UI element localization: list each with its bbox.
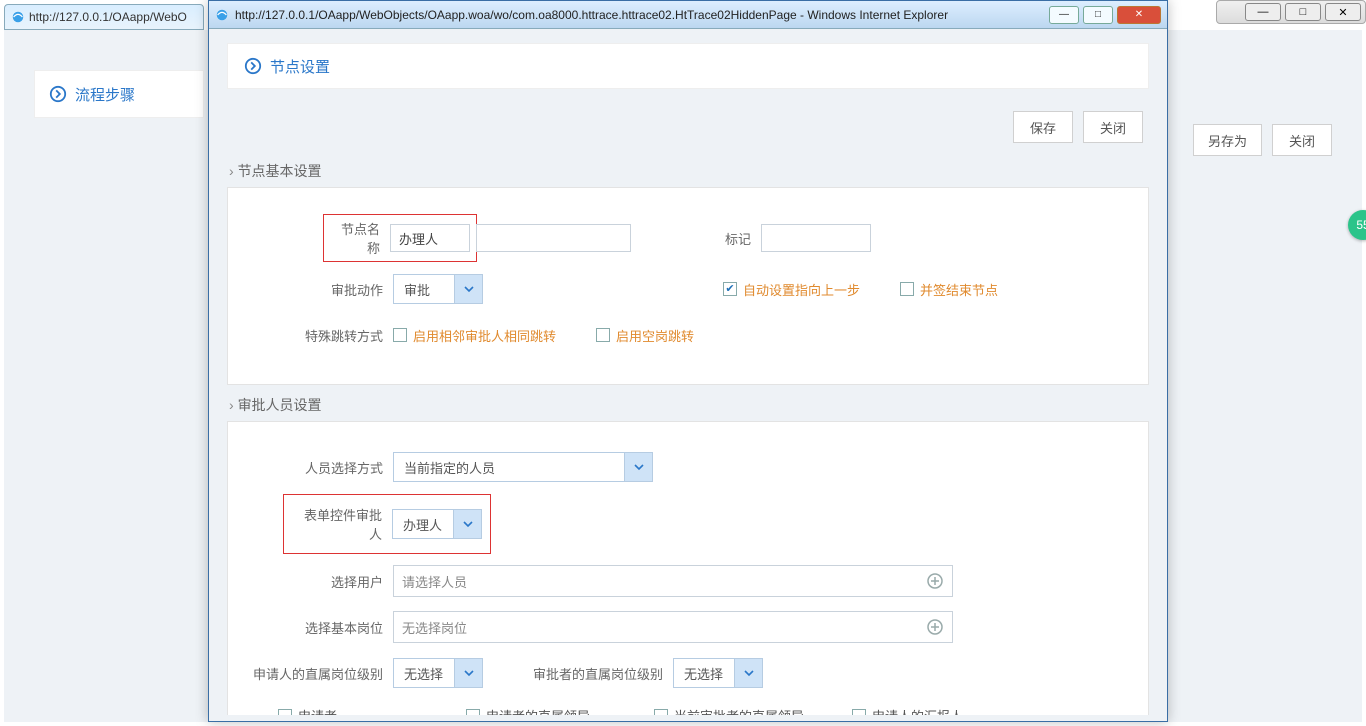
form-ctrl-label: 表单控件审批人 bbox=[292, 505, 392, 543]
chevron-down-icon bbox=[454, 275, 482, 303]
row-post-levels: 申请人的直属岗位级别 无选择 审批者的直属岗位级别 无选择 bbox=[248, 654, 1128, 692]
section-approver-card: 人员选择方式 当前指定的人员 表单控件审批人 办理人 bbox=[227, 421, 1149, 715]
approve-action-value: 审批 bbox=[394, 280, 454, 299]
background-panel-header: 流程步骤 bbox=[34, 70, 204, 118]
approve-action-combo[interactable]: 审批 bbox=[393, 274, 483, 304]
select-user-placeholder: 请选择人员 bbox=[402, 572, 467, 591]
plus-circle-icon bbox=[926, 572, 944, 590]
bg-close-page-button[interactable]: 关闭 bbox=[1272, 124, 1332, 156]
select-mode-combo[interactable]: 当前指定的人员 bbox=[393, 452, 653, 482]
cb-applicant-reporter[interactable] bbox=[852, 709, 866, 716]
special-jump-label: 特殊跳转方式 bbox=[248, 326, 393, 345]
bg-maximize-button[interactable]: □ bbox=[1285, 3, 1321, 21]
save-button[interactable]: 保存 bbox=[1013, 111, 1073, 143]
bg-close-button[interactable]: ✕ bbox=[1325, 3, 1361, 21]
background-browser-tab[interactable]: http://127.0.0.1/OAapp/WebO bbox=[4, 4, 204, 30]
approver-checkbox-group: 申请者 申请者的直属领导 当前审批者的直属领导 申请人的汇报人 当前审批者汇报人… bbox=[248, 700, 1128, 715]
select-user-label: 选择用户 bbox=[248, 572, 393, 591]
highlight-form-ctrl: 表单控件审批人 办理人 bbox=[283, 494, 491, 554]
page-title: 节点设置 bbox=[270, 56, 330, 77]
same-approver-jump-checkbox[interactable] bbox=[393, 328, 407, 342]
close-button[interactable]: ✕ bbox=[1117, 6, 1161, 24]
save-as-button[interactable]: 另存为 bbox=[1193, 124, 1262, 156]
auto-prev-checkbox[interactable] bbox=[723, 282, 737, 296]
approver-post-level-label: 审批者的直属岗位级别 bbox=[523, 664, 673, 683]
minimize-button[interactable]: — bbox=[1049, 6, 1079, 24]
select-post-label: 选择基本岗位 bbox=[248, 618, 393, 637]
approver-post-level-value: 无选择 bbox=[674, 664, 734, 683]
select-post-placeholder: 无选择岗位 bbox=[402, 618, 467, 637]
form-ctrl-combo[interactable]: 办理人 bbox=[392, 509, 482, 539]
auto-prev-label: 自动设置指向上一步 bbox=[743, 280, 860, 299]
row-select-post: 选择基本岗位 无选择岗位 bbox=[248, 608, 1128, 646]
highlight-node-name: 节点名称 bbox=[323, 214, 477, 262]
cb-applicant-leader[interactable] bbox=[466, 709, 480, 716]
page-toolbar: 保存 关闭 bbox=[227, 99, 1149, 151]
window-buttons: — □ ✕ bbox=[1049, 6, 1161, 24]
same-approver-jump-label: 启用相邻审批人相同跳转 bbox=[413, 326, 556, 345]
row-node-name: 节点名称 标记 bbox=[248, 214, 1128, 262]
maximize-button[interactable]: □ bbox=[1083, 6, 1113, 24]
close-page-button[interactable]: 关闭 bbox=[1083, 111, 1143, 143]
plus-circle-icon bbox=[926, 618, 944, 636]
page-header: 节点设置 bbox=[227, 43, 1149, 89]
chevron-down-icon bbox=[734, 659, 762, 687]
row-select-mode: 人员选择方式 当前指定的人员 bbox=[248, 448, 1128, 486]
background-panel-title: 流程步骤 bbox=[75, 84, 135, 105]
applicant-post-level-label: 申请人的直属岗位级别 bbox=[248, 664, 393, 683]
countersign-end-checkbox[interactable] bbox=[900, 282, 914, 296]
chevron-right-circle-icon bbox=[49, 85, 67, 103]
select-user-picker[interactable]: 请选择人员 bbox=[393, 565, 953, 597]
section-basic-title: 节点基本设置 bbox=[229, 161, 1149, 181]
applicant-post-level-combo[interactable]: 无选择 bbox=[393, 658, 483, 688]
window-title-text: http://127.0.0.1/OAapp/WebObjects/OAapp.… bbox=[235, 8, 1049, 22]
empty-post-jump-checkbox[interactable] bbox=[596, 328, 610, 342]
cb-current-approver-leader[interactable] bbox=[654, 709, 668, 716]
ie-icon bbox=[11, 10, 25, 24]
select-post-picker[interactable]: 无选择岗位 bbox=[393, 611, 953, 643]
section-basic-card: 节点名称 标记 审批动作 审批 自动设置指向上一步 bbox=[227, 187, 1149, 385]
approver-post-level-combo[interactable]: 无选择 bbox=[673, 658, 763, 688]
cb-applicant-label: 申请者 bbox=[298, 706, 337, 715]
chevron-down-icon bbox=[624, 453, 652, 481]
content-scroll-area[interactable]: 保存 关闭 节点基本设置 节点名称 标记 审批动 bbox=[227, 99, 1159, 715]
node-name-input-ext[interactable] bbox=[476, 224, 631, 252]
mark-label: 标记 bbox=[711, 229, 761, 248]
row-form-ctrl: 表单控件审批人 办理人 bbox=[248, 494, 1128, 554]
applicant-post-level-value: 无选择 bbox=[394, 664, 454, 683]
cb-applicant-reporter-label: 申请人的汇报人 bbox=[872, 706, 963, 715]
row-approve-action: 审批动作 审批 自动设置指向上一步 并签结束节点 bbox=[248, 270, 1128, 308]
form-ctrl-value: 办理人 bbox=[393, 515, 453, 534]
ie-icon bbox=[215, 8, 229, 22]
node-name-input[interactable] bbox=[390, 224, 470, 252]
cb-current-approver-leader-label: 当前审批者的直属领导 bbox=[674, 706, 804, 715]
cb-applicant[interactable] bbox=[278, 709, 292, 716]
window-titlebar[interactable]: http://127.0.0.1/OAapp/WebObjects/OAapp.… bbox=[209, 1, 1167, 29]
empty-post-jump-label: 启用空岗跳转 bbox=[616, 326, 694, 345]
row-special-jump: 特殊跳转方式 启用相邻审批人相同跳转 启用空岗跳转 bbox=[248, 316, 1128, 354]
select-mode-label: 人员选择方式 bbox=[248, 458, 393, 477]
foreground-window: http://127.0.0.1/OAapp/WebObjects/OAapp.… bbox=[208, 0, 1168, 722]
node-name-label: 节点名称 bbox=[330, 219, 390, 257]
section-approver-title: 审批人员设置 bbox=[229, 395, 1149, 415]
chevron-down-icon bbox=[454, 659, 482, 687]
mark-input[interactable] bbox=[761, 224, 871, 252]
window-body: 节点设置 保存 关闭 节点基本设置 节点名称 标记 bbox=[209, 29, 1167, 721]
chevron-right-circle-icon bbox=[244, 57, 262, 75]
bg-minimize-button[interactable]: — bbox=[1245, 3, 1281, 21]
select-mode-value: 当前指定的人员 bbox=[394, 458, 624, 477]
row-select-user: 选择用户 请选择人员 bbox=[248, 562, 1128, 600]
chevron-down-icon bbox=[453, 510, 481, 538]
background-tab-url: http://127.0.0.1/OAapp/WebO bbox=[29, 10, 187, 24]
cb-applicant-leader-label: 申请者的直属领导 bbox=[486, 706, 590, 715]
background-toolbar: 另存为 关闭 bbox=[1193, 124, 1332, 156]
background-window-controls: — □ ✕ bbox=[1216, 0, 1366, 24]
countersign-end-label: 并签结束节点 bbox=[920, 280, 998, 299]
approve-action-label: 审批动作 bbox=[248, 280, 393, 299]
